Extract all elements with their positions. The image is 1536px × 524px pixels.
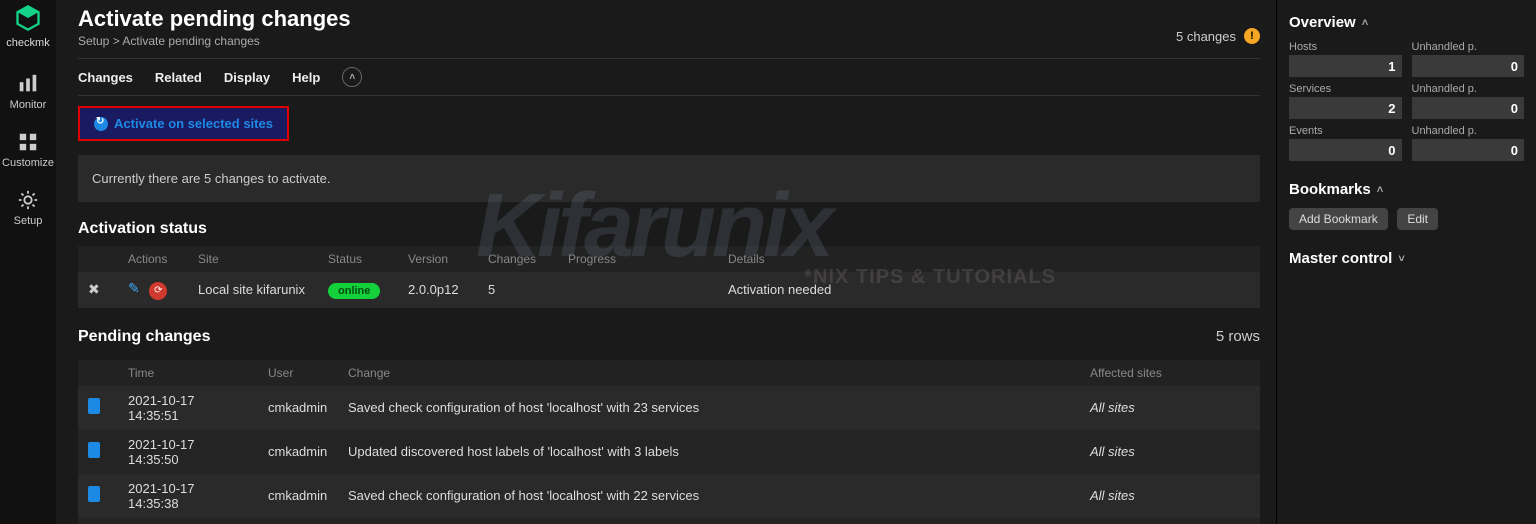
info-bar: Currently there are 5 changes to activat… bbox=[78, 155, 1260, 202]
host-icon bbox=[88, 398, 100, 414]
page-title: Activate pending changes bbox=[78, 6, 1260, 32]
grid-icon bbox=[17, 131, 39, 153]
add-bookmark-button[interactable]: Add Bookmark bbox=[1289, 208, 1388, 230]
services-count[interactable]: 2 bbox=[1289, 97, 1402, 119]
host-icon bbox=[88, 486, 100, 502]
chevron-up-icon: ˄ bbox=[349, 72, 355, 83]
chevron-down-icon: ˅ bbox=[1398, 253, 1404, 265]
status-badge: online bbox=[328, 283, 380, 299]
master-control-title[interactable]: Master control ˅ bbox=[1289, 250, 1524, 267]
collapse-toggle[interactable]: ˄ bbox=[342, 67, 362, 87]
menu-help[interactable]: Help bbox=[292, 70, 320, 85]
activation-row: ✖ ✎ ⟳ Local site kifarunix online 2.0.0p… bbox=[78, 272, 1260, 308]
unhandled-hosts[interactable]: 0 bbox=[1412, 55, 1525, 77]
changes-count: 5 changes ! bbox=[1176, 28, 1260, 44]
left-nav: checkmk Monitor Customize Setup bbox=[0, 0, 56, 524]
menu-display[interactable]: Display bbox=[224, 70, 270, 85]
unhandled-services[interactable]: 0 bbox=[1412, 97, 1525, 119]
breadcrumb: Setup > Activate pending changes bbox=[78, 34, 1260, 48]
chevron-up-icon: ˄ bbox=[1362, 17, 1368, 29]
bars-icon bbox=[17, 73, 39, 95]
restart-icon[interactable]: ⟳ bbox=[149, 282, 167, 300]
close-icon[interactable]: ✖ bbox=[88, 281, 100, 297]
activation-status-table: Actions Site Status Version Changes Prog… bbox=[78, 246, 1260, 308]
hosts-count[interactable]: 1 bbox=[1289, 55, 1402, 77]
table-row: 2021-10-17 14:35:50cmkadminUpdated disco… bbox=[78, 430, 1260, 474]
table-row: 2021-10-17 14:35:38cmkadminSaved check c… bbox=[78, 474, 1260, 518]
bookmarks-title[interactable]: Bookmarks ˄ bbox=[1289, 181, 1524, 198]
gear-icon bbox=[17, 189, 39, 211]
overview-title[interactable]: Overview ˄ bbox=[1289, 14, 1524, 31]
overview-section: Overview ˄ Hosts 1 Unhandled p. 0 Servic… bbox=[1289, 14, 1524, 161]
menu-bar: Changes Related Display Help ˄ bbox=[78, 58, 1260, 96]
events-count[interactable]: 0 bbox=[1289, 139, 1402, 161]
rows-count: 5 rows bbox=[1216, 328, 1260, 345]
checkmk-logo-icon bbox=[14, 4, 42, 32]
unhandled-events[interactable]: 0 bbox=[1412, 139, 1525, 161]
master-control-section: Master control ˅ bbox=[1289, 250, 1524, 267]
nav-monitor[interactable]: Monitor bbox=[0, 63, 56, 121]
refresh-icon bbox=[94, 117, 108, 131]
table-row: 2021-10-17 14:35:37cmkadminUpdated disco… bbox=[78, 518, 1260, 524]
warning-icon: ! bbox=[1244, 28, 1260, 44]
nav-customize[interactable]: Customize bbox=[0, 121, 56, 179]
right-panel: Overview ˄ Hosts 1 Unhandled p. 0 Servic… bbox=[1276, 0, 1536, 524]
menu-changes[interactable]: Changes bbox=[78, 70, 133, 85]
pending-changes-table: Time User Change Affected sites 2021-10-… bbox=[78, 360, 1260, 524]
edit-icon[interactable]: ✎ bbox=[128, 280, 140, 296]
logo[interactable]: checkmk bbox=[6, 4, 49, 49]
menu-related[interactable]: Related bbox=[155, 70, 202, 85]
activate-on-selected-button[interactable]: Activate on selected sites bbox=[78, 106, 289, 141]
bookmarks-section: Bookmarks ˄ Add Bookmark Edit bbox=[1289, 181, 1524, 230]
activation-status-title: Activation status bbox=[78, 220, 1260, 238]
brand-text: checkmk bbox=[6, 37, 49, 49]
host-icon bbox=[88, 442, 100, 458]
chevron-up-icon: ˄ bbox=[1377, 184, 1383, 196]
pending-changes-title: Pending changes bbox=[78, 328, 210, 346]
table-row: 2021-10-17 14:35:51cmkadminSaved check c… bbox=[78, 386, 1260, 430]
nav-setup[interactable]: Setup bbox=[0, 179, 56, 237]
main-content: Activate pending changes Setup > Activat… bbox=[56, 0, 1276, 524]
edit-bookmark-button[interactable]: Edit bbox=[1397, 208, 1438, 230]
